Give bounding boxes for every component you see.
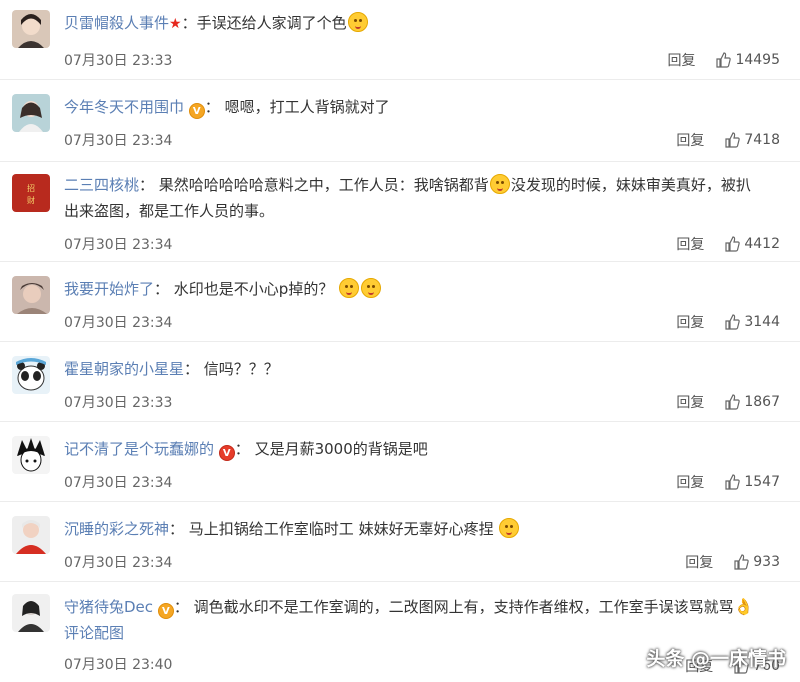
comment-body-cont: 没发现的时候，妹妹审美真好，被扒 <box>510 176 751 194</box>
comment-item: 我要开始炸了： 水印也是不小心p掉的？ 07月30日 23:34 回复 3144 <box>0 262 800 342</box>
thumbs-up-icon <box>725 474 741 490</box>
comment-actions: 回复 7418 <box>676 130 780 150</box>
comment-text: 二三四核桃： 果然哈哈哈哈哈意料之中，工作人员：我啥锅都背 没发现的时候，妹妹审美… <box>64 174 751 220</box>
like-count: 14495 <box>735 52 780 68</box>
comment-actions: 回复 14495 <box>667 50 780 70</box>
username-link[interactable]: 今年冬天不用围巾 <box>64 98 184 116</box>
avatar[interactable] <box>12 10 50 48</box>
reply-button[interactable]: 回复 <box>676 234 704 254</box>
timestamp: 07月30日 23:34 <box>64 133 173 149</box>
avatar[interactable] <box>12 94 50 132</box>
like-button[interactable]: 3144 <box>724 314 780 330</box>
username-link[interactable]: 我要开始炸了 <box>64 280 154 298</box>
username-link[interactable]: 沉睡的彩之死神 <box>64 520 169 538</box>
comment-text: 今年冬天不用围巾 V： 嗯嗯，打工人背锅就对了 <box>64 98 390 119</box>
emoji-icon <box>489 174 510 194</box>
comment-body: 马上扣锅给工作室临时工 妹妹好无辜好心疼捏 <box>188 520 494 538</box>
comment-text: 记不清了是个玩蠢娜的 V： 又是月薪3000的背锅是吧 <box>64 440 428 461</box>
username-link[interactable]: 贝雷帽殺人事件 <box>64 14 169 32</box>
comment-actions: 回复 933 <box>685 552 780 572</box>
comment-item: 招财 二三四核桃： 果然哈哈哈哈哈意料之中，工作人员：我啥锅都背 没发现的时候，妹… <box>0 162 800 262</box>
watermark: 头条 @一床情书 <box>646 648 786 670</box>
username-link[interactable]: 记不清了是个玩蠢娜的 <box>64 440 214 458</box>
comment-item: 今年冬天不用围巾 V： 嗯嗯，打工人背锅就对了 07月30日 23:34 回复 … <box>0 80 800 162</box>
comment-actions: 回复 4412 <box>676 234 780 254</box>
avatar[interactable] <box>12 594 50 632</box>
like-button[interactable]: 933 <box>733 554 780 570</box>
comment-item: 记不清了是个玩蠢娜的 V： 又是月薪3000的背锅是吧 07月30日 23:34… <box>0 422 800 502</box>
like-button[interactable]: 4412 <box>724 236 780 252</box>
comment-text: 贝雷帽殺人事件★：手误还给人家调了个色 <box>64 10 784 37</box>
like-count: 1547 <box>744 474 780 490</box>
star-icon: ★ <box>169 16 182 32</box>
comment-body-line2: 出来盗图，都是工作人员的事。 <box>64 202 275 220</box>
comment-body: 果然哈哈哈哈哈意料之中，工作人员：我啥锅都背 <box>158 176 489 194</box>
comment-body: 又是月薪3000的背锅是吧 <box>254 440 428 458</box>
thumbs-up-icon <box>734 554 749 570</box>
reply-button[interactable]: 回复 <box>676 392 704 412</box>
comment-text: 沉睡的彩之死神： 马上扣锅给工作室临时工 妹妹好无辜好心疼捏 <box>64 516 784 542</box>
like-count: 1867 <box>744 394 780 410</box>
reply-button[interactable]: 回复 <box>667 50 695 70</box>
username-link[interactable]: 二三四核桃 <box>64 176 139 194</box>
username-link[interactable]: 霍星朝家的小星星 <box>64 360 184 378</box>
emoji-icon <box>339 278 360 298</box>
reply-button[interactable]: 回复 <box>676 312 704 332</box>
like-count: 4412 <box>744 236 780 252</box>
timestamp: 07月30日 23:33 <box>64 395 173 411</box>
svg-text:招: 招 <box>27 183 35 193</box>
like-count: 7418 <box>744 132 780 148</box>
comment-text: 霍星朝家的小星星： 信吗？？？ <box>64 360 279 378</box>
thumbs-up-icon <box>725 314 741 330</box>
timestamp: 07月30日 23:34 <box>64 555 173 571</box>
thumbs-up-icon <box>725 132 741 148</box>
comment-text: 我要开始炸了： 水印也是不小心p掉的？ <box>64 276 784 302</box>
comment-actions: 回复 1547 <box>676 472 780 492</box>
reply-button[interactable]: 回复 <box>676 472 704 492</box>
verified-badge-icon: V <box>157 603 174 619</box>
comment-actions: 回复 3144 <box>676 312 780 332</box>
thumbs-up-icon <box>716 52 732 68</box>
comment-body: 手误还给人家调了个色 <box>196 14 347 32</box>
comment-item: 贝雷帽殺人事件★：手误还给人家调了个色 07月30日 23:33 回复 1449… <box>0 0 800 80</box>
comment-body: 嗯嗯，打工人背锅就对了 <box>224 98 390 116</box>
avatar[interactable] <box>12 436 50 474</box>
reply-button[interactable]: 回复 <box>676 130 704 150</box>
comment-body: 调色截水印不是工作室调的，二改图网上有，支持作者维权，工作室手误该骂就骂 <box>193 598 734 616</box>
comment-text: 守猪待兔Dec V： 调色截水印不是工作室调的，二改图网上有，支持作者维权，工作… <box>64 597 754 642</box>
like-button[interactable]: 7418 <box>724 132 780 148</box>
like-button[interactable]: 14495 <box>715 52 780 68</box>
thumbs-up-icon <box>725 236 741 252</box>
avatar[interactable] <box>12 276 50 314</box>
reply-button[interactable]: 回复 <box>685 552 713 572</box>
like-button[interactable]: 1547 <box>724 474 780 490</box>
comment-body: 信吗？？？ <box>203 360 279 378</box>
emoji-icon <box>361 278 382 298</box>
svg-text:财: 财 <box>27 195 35 205</box>
comment-item: 沉睡的彩之死神： 马上扣锅给工作室临时工 妹妹好无辜好心疼捏 07月30日 23… <box>0 502 800 582</box>
timestamp: 07月30日 23:34 <box>64 315 173 331</box>
emoji-icon <box>499 518 520 538</box>
timestamp: 07月30日 23:34 <box>64 237 173 253</box>
avatar[interactable] <box>12 516 50 554</box>
like-count: 933 <box>753 554 780 570</box>
comment-body: 水印也是不小心p掉的？ <box>173 280 334 298</box>
username-link[interactable]: 守猪待兔Dec <box>64 598 153 616</box>
thumbs-up-icon <box>725 394 741 410</box>
avatar[interactable]: 招财 <box>12 174 50 212</box>
verified-badge-icon: V <box>218 445 235 461</box>
timestamp: 07月30日 23:33 <box>64 53 173 69</box>
emoji-icon <box>347 12 368 32</box>
like-button[interactable]: 1867 <box>724 394 780 410</box>
timestamp: 07月30日 23:40 <box>64 657 173 673</box>
ok-hand-icon: 👌 <box>733 597 754 616</box>
comment-item: 霍星朝家的小星星： 信吗？？？ 07月30日 23:33 回复 1867 <box>0 342 800 422</box>
comment-image-link[interactable]: 评论配图 <box>64 624 124 642</box>
verified-badge-icon: V <box>188 103 205 119</box>
avatar[interactable] <box>12 356 50 394</box>
timestamp: 07月30日 23:34 <box>64 475 173 491</box>
like-count: 3144 <box>744 314 780 330</box>
comment-actions: 回复 1867 <box>676 392 780 412</box>
